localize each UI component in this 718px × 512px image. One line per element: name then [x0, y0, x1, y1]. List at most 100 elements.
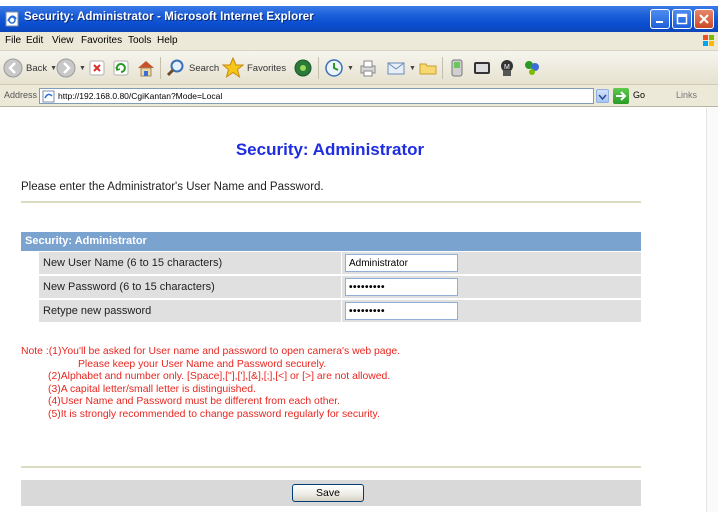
note-line: (2)Alphabet and number only. [Space],["]…: [48, 371, 391, 383]
retype-password-row: Retype new password: [39, 299, 641, 323]
star-icon: [222, 57, 244, 79]
password-label: New Password (6 to 15 characters): [43, 281, 215, 293]
home-button[interactable]: [136, 56, 156, 80]
svg-text:M: M: [504, 64, 510, 71]
toolbar-separator: [160, 57, 161, 79]
search-label: Search: [189, 62, 220, 74]
back-arrow-icon: [3, 58, 23, 78]
forward-arrow-icon: [56, 58, 76, 78]
mail-icon: [387, 62, 405, 75]
window-titlebar[interactable]: Security: Administrator - Microsoft Inte…: [0, 6, 718, 32]
menu-bar: File Edit View Favorites Tools Help: [0, 32, 718, 51]
close-button[interactable]: [694, 9, 714, 29]
divider: [21, 201, 641, 203]
toolbar: Back ▼ ▼ Search Favorites ▼ ▼ M: [0, 51, 718, 85]
history-icon: [325, 59, 343, 77]
menu-tools[interactable]: Tools: [128, 35, 151, 46]
refresh-icon: [113, 60, 129, 76]
messenger-buddies-button[interactable]: [522, 56, 542, 80]
username-row: New User Name (6 to 15 characters): [39, 251, 641, 275]
chevron-down-icon: [598, 94, 607, 101]
address-dropdown-button[interactable]: [596, 89, 609, 103]
go-arrow-icon: [616, 91, 627, 101]
go-label[interactable]: Go: [633, 90, 645, 100]
vertical-scrollbar[interactable]: [706, 108, 718, 512]
go-button[interactable]: [613, 88, 629, 104]
notes-block: Note :(1)You'll be asked for User name a…: [21, 346, 400, 422]
note-line: (4)User Name and Password must be differ…: [48, 396, 341, 408]
username-input[interactable]: [345, 254, 458, 272]
printer-icon: [360, 60, 376, 77]
page-title: Security: Administrator: [235, 140, 425, 159]
forward-button[interactable]: ▼: [56, 56, 86, 80]
intro-text: Please enter the Administrator's User Na…: [21, 181, 324, 193]
messenger-person-button[interactable]: M: [497, 56, 517, 80]
search-button[interactable]: Search: [166, 56, 219, 80]
toolbar-separator: [442, 57, 443, 79]
phone-icon: [451, 59, 463, 77]
refresh-button[interactable]: [112, 56, 130, 80]
browser-screenshot: Security: Administrator - Microsoft Inte…: [0, 0, 718, 512]
cell-divider: [341, 276, 342, 298]
address-bar: Address http://192.168.0.80/CgiKantan?Mo…: [0, 85, 718, 107]
ie-page-icon: [5, 11, 19, 27]
favorites-button[interactable]: Favorites: [222, 56, 286, 80]
minimize-icon: [656, 21, 663, 23]
windows-flag-icon: [703, 35, 714, 46]
research-button[interactable]: [472, 56, 492, 80]
menu-edit[interactable]: Edit: [26, 35, 43, 46]
chevron-down-icon: ▼: [347, 64, 354, 72]
ie-page-icon: [42, 90, 55, 103]
toolbar-separator: [318, 57, 319, 79]
history-button[interactable]: ▼: [324, 56, 354, 80]
minimize-button[interactable]: [650, 9, 670, 29]
divider: [21, 466, 641, 468]
address-input[interactable]: http://192.168.0.80/CgiKantan?Mode=Local: [39, 88, 594, 104]
print-button[interactable]: [358, 56, 378, 80]
retype-password-label: Retype new password: [43, 305, 152, 317]
section-header: Security: Administrator: [21, 232, 641, 251]
save-bar: Save: [21, 480, 641, 506]
address-label: Address: [4, 90, 38, 100]
person-icon: M: [501, 60, 513, 76]
password-row: New Password (6 to 15 characters): [39, 275, 641, 299]
note-line: (5)It is strongly recommended to change …: [48, 408, 380, 420]
menu-help[interactable]: Help: [157, 35, 178, 46]
password-input[interactable]: [345, 278, 458, 296]
note-line: Please keep your User Name and Password …: [78, 358, 327, 370]
links-label[interactable]: Links: [676, 90, 697, 100]
favorites-label: Favorites: [247, 62, 287, 74]
stop-button[interactable]: [88, 56, 106, 80]
mail-button[interactable]: ▼: [386, 56, 416, 80]
close-icon: [699, 14, 709, 24]
home-icon: [138, 61, 154, 77]
menu-file[interactable]: File: [5, 35, 21, 46]
chevron-down-icon: ▼: [79, 64, 86, 72]
book-icon: [474, 62, 490, 74]
save-button[interactable]: Save: [292, 484, 364, 502]
window-title: Security: Administrator - Microsoft Inte…: [24, 11, 314, 23]
folder-icon: [419, 63, 437, 75]
media-button[interactable]: [293, 56, 313, 80]
admin-form-section: Security: Administrator New User Name (6…: [21, 232, 641, 323]
retype-password-input[interactable]: [345, 302, 458, 320]
cell-divider: [341, 300, 342, 322]
page-content: Security: Administrator Please enter the…: [0, 108, 718, 512]
maximize-button[interactable]: [672, 9, 692, 29]
address-url: http://192.168.0.80/CgiKantan?Mode=Local: [58, 91, 223, 101]
menu-favorites[interactable]: Favorites: [81, 35, 122, 46]
back-button[interactable]: Back ▼: [3, 56, 57, 80]
messenger-button[interactable]: [448, 56, 466, 80]
menu-view[interactable]: View: [52, 35, 74, 46]
search-icon: [166, 59, 184, 77]
buddies-icon: [525, 61, 539, 75]
username-label: New User Name (6 to 15 characters): [43, 257, 223, 269]
cell-divider: [341, 252, 342, 274]
folder-button[interactable]: [418, 56, 438, 80]
maximize-icon: [676, 13, 688, 25]
media-icon: [294, 59, 312, 77]
chevron-down-icon: ▼: [409, 64, 416, 72]
note-line: Note :(1)You'll be asked for User name a…: [21, 346, 401, 357]
stop-icon: [89, 60, 105, 76]
back-label: Back: [26, 62, 48, 74]
